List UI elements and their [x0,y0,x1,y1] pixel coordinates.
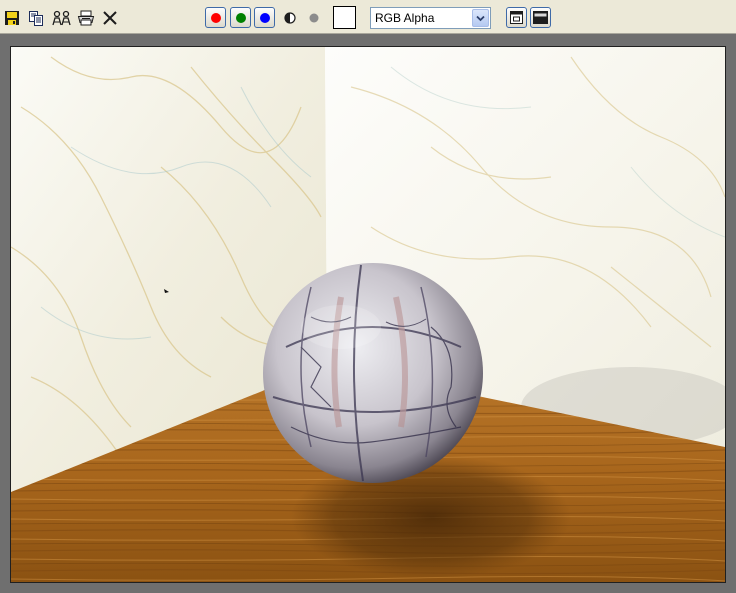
full-view-icon [533,11,548,24]
toolbar: RGB Alpha [0,0,736,34]
green-channel-button[interactable] [230,7,251,28]
clone-icon[interactable] [51,9,73,27]
channel-select-value: RGB Alpha [375,11,435,25]
alpha-channel-icon[interactable] [308,11,320,23]
print-icon[interactable] [77,9,95,27]
blue-channel-button[interactable] [254,7,275,28]
window-icon [510,11,523,24]
color-swatch[interactable] [333,6,356,29]
save-icon[interactable] [3,9,21,27]
display-mode-window-button[interactable] [506,7,527,28]
red-dot-icon [210,12,221,23]
copy-icon[interactable] [27,9,45,27]
green-dot-icon [235,12,246,23]
rendered-image [11,47,725,582]
channel-select[interactable]: RGB Alpha [370,7,491,29]
blue-dot-icon [259,12,270,23]
render-frame-window: RGB Alpha [0,0,736,593]
display-mode-full-button[interactable] [530,7,551,28]
render-viewport[interactable] [10,46,726,583]
chevron-down-icon [472,9,489,27]
monochrome-icon[interactable] [284,11,296,24]
red-channel-button[interactable] [205,7,226,28]
clear-icon[interactable] [101,9,119,27]
